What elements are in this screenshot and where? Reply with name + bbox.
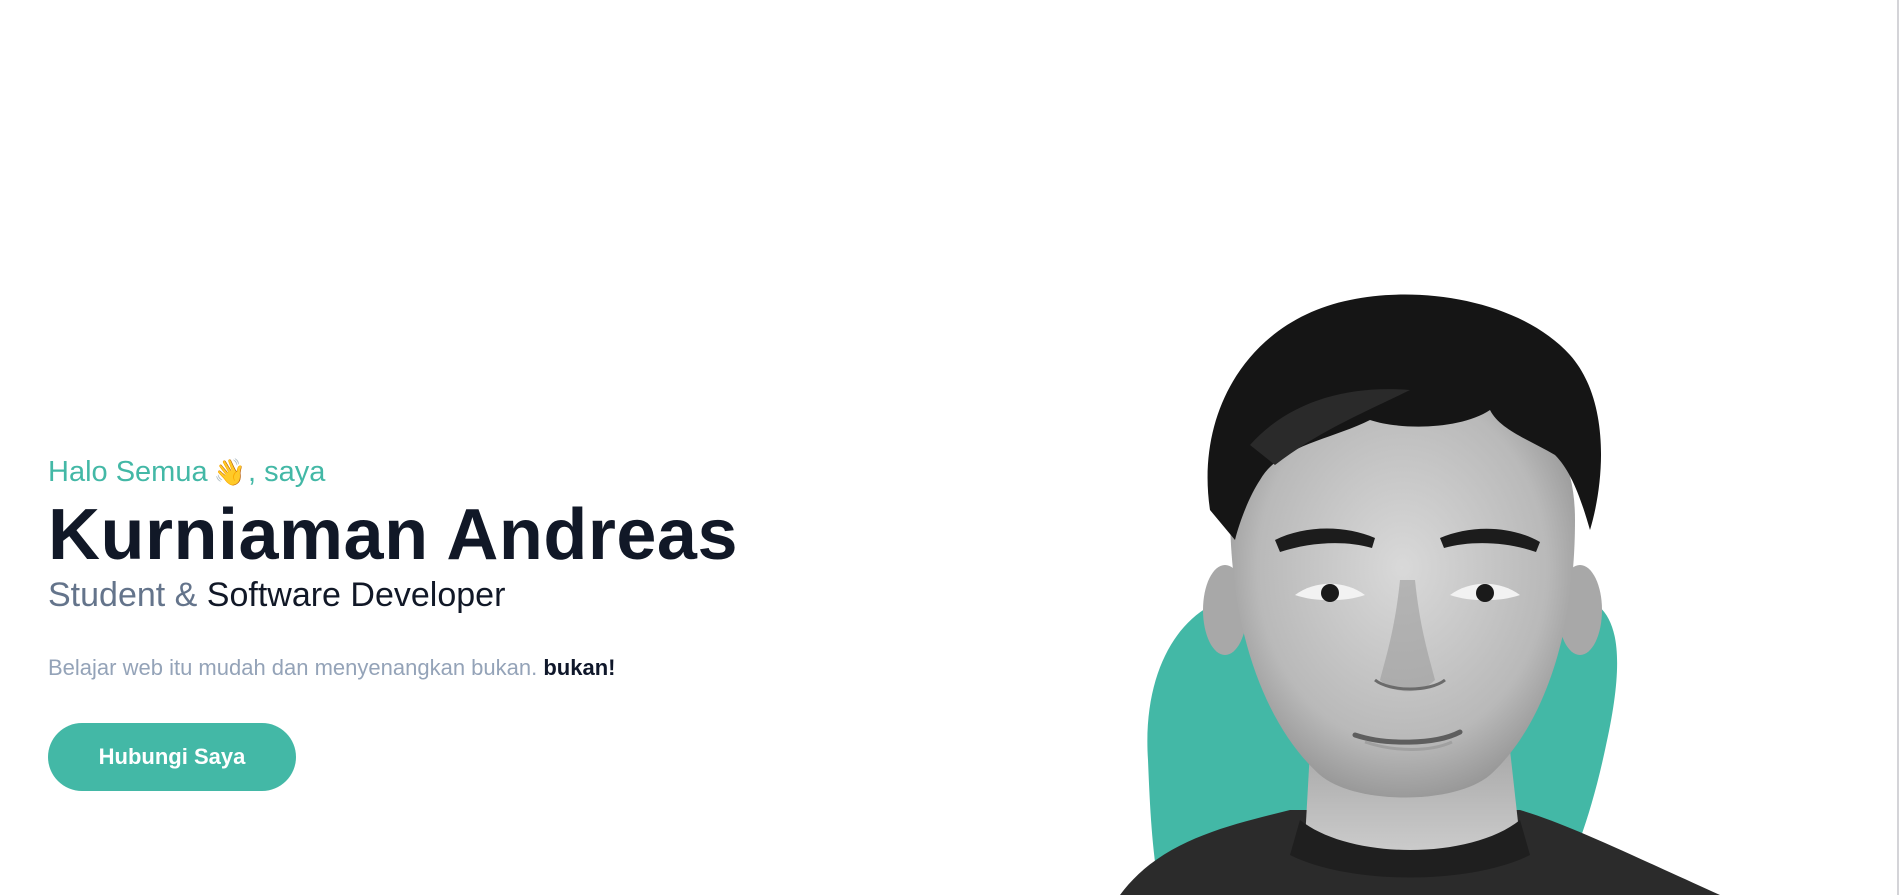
contact-button[interactable]: Hubungi Saya — [48, 723, 296, 791]
tagline-text: Belajar web itu mudah dan menyenangkan b… — [48, 655, 538, 680]
tagline-emphasis: bukan! — [543, 655, 616, 680]
hero-name: Kurniaman Andreas — [48, 495, 739, 575]
greeting-suffix: , saya — [247, 456, 326, 488]
role-prefix: Student & — [48, 576, 198, 614]
waving-hand-icon: 👋 — [213, 458, 246, 488]
profile-photo — [1100, 280, 1740, 895]
hero-role: Student & Software Developer — [48, 573, 808, 617]
greeting-text: Halo Semua — [48, 456, 208, 488]
hero-intro: Halo Semua 👋, saya Kurniaman Andreas Stud… — [48, 452, 808, 791]
hero-page: Halo Semua 👋, saya Kurniaman Andreas Stud… — [0, 0, 1899, 895]
greeting: Halo Semua 👋, saya — [48, 452, 808, 493]
role-main: Software Developer — [206, 576, 506, 614]
hero-tagline: Belajar web itu mudah dan menyenangkan b… — [48, 653, 808, 683]
person-photo-icon — [1120, 294, 1720, 895]
